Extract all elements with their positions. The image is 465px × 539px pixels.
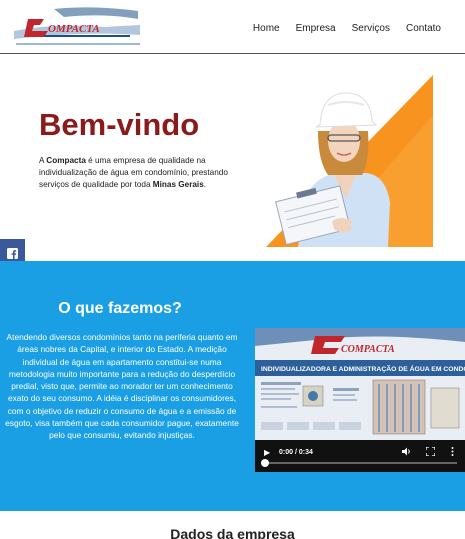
nav-servicos[interactable]: Serviços: [352, 23, 390, 34]
hero-section: Bem-vindo A Compacta é uma empresa de qu…: [0, 55, 465, 260]
more-options-icon[interactable]: [451, 447, 454, 458]
hero-region: Minas Gerais: [152, 180, 204, 189]
svg-text:OMPACTA: OMPACTA: [48, 23, 100, 35]
hero-description: A Compacta é uma empresa de qualidade na…: [39, 155, 244, 191]
video-progress-bar[interactable]: [265, 462, 457, 464]
main-nav: Home Empresa Serviços Contato: [253, 23, 441, 34]
facebook-icon: [7, 248, 18, 259]
nav-contato[interactable]: Contato: [406, 23, 441, 34]
volume-icon[interactable]: [402, 447, 412, 458]
video-banner-text: INDIVIDUALIZADORA E ADMINISTRAÇÃO DE ÁGU…: [261, 364, 465, 373]
video-progress-handle[interactable]: [261, 459, 269, 467]
site-header: OMPACTA Home Empresa Serviços Contato: [0, 0, 465, 54]
compacta-logo[interactable]: OMPACTA: [14, 5, 140, 49]
hero-text-suffix: .: [203, 180, 207, 189]
fullscreen-icon[interactable]: [425, 446, 436, 458]
section-title: O que fazemos?: [58, 300, 182, 317]
hero-brand: Compacta: [46, 156, 86, 165]
nav-home[interactable]: Home: [253, 23, 280, 34]
hero-title: Bem-vindo: [39, 107, 200, 142]
engineer-illustration: [266, 75, 433, 247]
video-banner-logo: COMPACTA: [341, 344, 395, 355]
what-we-do-section: O que fazemos? Atendendo diversos condom…: [0, 261, 465, 511]
play-icon[interactable]: ▶: [264, 448, 270, 457]
video-player[interactable]: COMPACTA INDIVIDUALIZADORA E ADMINISTRAÇ…: [255, 328, 465, 472]
video-time: 0:00 / 0:34: [279, 449, 313, 456]
section-description: Atendendo diversos condomínios tanto na …: [5, 332, 239, 441]
company-data-title: Dados da empresa: [170, 526, 295, 539]
nav-empresa[interactable]: Empresa: [296, 23, 336, 34]
video-controls: ▶ 0:00 / 0:34: [255, 440, 465, 472]
video-thumbnail: COMPACTA INDIVIDUALIZADORA E ADMINISTRAÇ…: [255, 328, 465, 440]
